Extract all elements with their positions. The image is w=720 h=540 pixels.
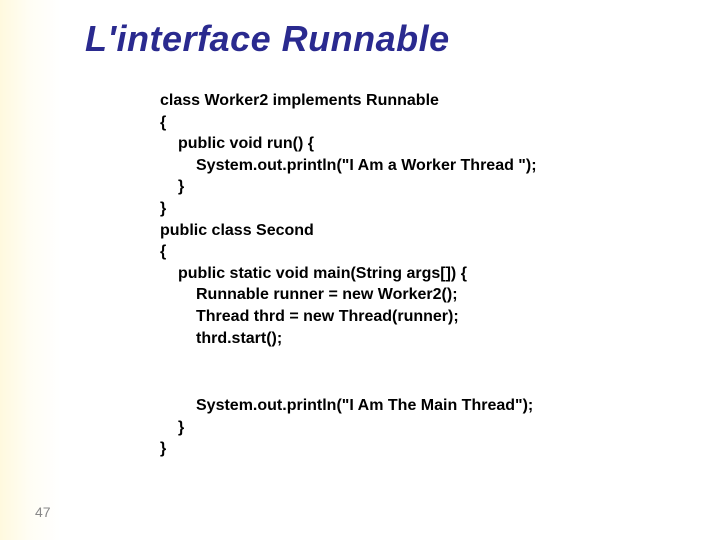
code-text: } (160, 176, 184, 198)
code-text: Thread thrd = new Thread(runner); (160, 306, 459, 328)
slide: L'interface Runnable class Worker2 imple… (0, 0, 720, 540)
code-line: thrd.start(); (160, 328, 680, 350)
code-text: System.out.println("I Am a Worker Thread… (160, 155, 537, 177)
code-line: System.out.println("I Am The Main Thread… (160, 395, 680, 417)
code-line: } (160, 176, 680, 198)
code-block-2: System.out.println("I Am The Main Thread… (160, 395, 680, 460)
code-line: class Worker2 implements Runnable (160, 90, 680, 112)
page-number: 47 (35, 504, 51, 520)
code-line: public class Second (160, 220, 680, 242)
code-line: } (160, 438, 680, 460)
code-line: public void run() { (160, 133, 680, 155)
code-line: System.out.println("I Am a Worker Thread… (160, 155, 680, 177)
code-text: thrd.start(); (160, 328, 282, 350)
code-text: System.out.println("I Am The Main Thread… (160, 395, 533, 417)
code-line: public static void main(String args[]) { (160, 263, 680, 285)
code-text: } (160, 417, 184, 439)
code-line: Thread thrd = new Thread(runner); (160, 306, 680, 328)
code-block-1: class Worker2 implements Runnable { publ… (160, 90, 680, 349)
code-line: { (160, 241, 680, 263)
slide-title: L'interface Runnable (85, 18, 450, 60)
code-line: } (160, 417, 680, 439)
code-text: public void run() { (160, 133, 314, 155)
code-line: { (160, 112, 680, 134)
code-text: Runnable runner = new Worker2(); (160, 284, 458, 306)
code-line: } (160, 198, 680, 220)
code-line: Runnable runner = new Worker2(); (160, 284, 680, 306)
code-text: public static void main(String args[]) { (160, 263, 467, 285)
side-gradient-decoration (0, 0, 60, 540)
